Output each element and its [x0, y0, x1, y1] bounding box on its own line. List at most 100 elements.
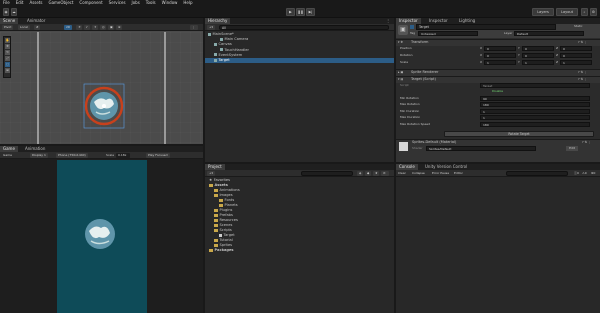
hierarchy-search-input[interactable]: All — [219, 25, 389, 30]
game-view-dropdown[interactable]: Game — [1, 153, 14, 158]
script-field-input[interactable]: 90 — [480, 96, 590, 101]
script-field-input[interactable]: 180 — [480, 121, 590, 127]
script-header[interactable]: ▾ ▤ Target (Script) ? ⇅ ⋮ — [396, 76, 600, 83]
resolution-dropdown[interactable]: Phone (750x1440) — [56, 153, 88, 158]
gameobject-icon — [214, 53, 217, 57]
hierarchy-item[interactable]: Target — [205, 58, 394, 64]
grid-icon[interactable]: # — [34, 25, 40, 30]
transform-z-field[interactable]: 0 — [560, 53, 592, 58]
filter-type-icon[interactable]: ◈ — [357, 171, 363, 176]
create-icon[interactable]: +▾ — [207, 171, 215, 176]
transform-x-field[interactable]: 0 — [484, 46, 516, 51]
transform-z-field[interactable]: 0 — [560, 46, 592, 51]
pause-button[interactable]: ❚❚ — [296, 8, 305, 16]
component-menu-icon[interactable]: ? ⇅ ⋮ — [578, 70, 587, 75]
play-focused-dropdown[interactable]: Play Focused — [146, 153, 170, 158]
transform-header[interactable]: ▾ ✥ Transform ? ⇅ ⋮ — [396, 39, 600, 46]
transform-z-field[interactable]: 1 — [560, 60, 592, 65]
error-pause-button[interactable]: Error Pause — [430, 171, 451, 176]
star-icon: ★ — [209, 178, 213, 182]
active-checkbox[interactable] — [410, 25, 414, 29]
warning-count-icon[interactable]: ⚠0 — [580, 171, 589, 176]
local-dropdown[interactable]: Local — [18, 25, 30, 30]
transform-tool-icon[interactable]: ⊞ — [5, 68, 10, 73]
project-item[interactable]: Packages — [207, 248, 234, 253]
scale-slider[interactable]: 0.18x — [116, 153, 130, 158]
transform-row-label: Rotation — [400, 53, 413, 57]
rotate-target-button[interactable]: Rotate Target — [444, 131, 594, 137]
move-tool-icon[interactable]: ✥ — [5, 44, 10, 49]
material-preview — [399, 142, 408, 151]
folder-icon — [209, 248, 213, 252]
script-field-label: Min Rotation — [400, 96, 419, 100]
console-panel: Console Unity Version Control Clear Coll… — [396, 164, 600, 313]
project-panel: Project +▾ ◈ ◆ ★ ⊘ ★ Favorites Assets Anima… — [205, 164, 394, 313]
game-screen[interactable] — [57, 160, 147, 313]
component-menu-icon[interactable]: ? ⇅ ⋮ — [578, 77, 587, 82]
play-button[interactable]: ▶ — [286, 8, 295, 16]
scene-viewport[interactable] — [0, 32, 203, 144]
project-item-label: Sprites — [219, 243, 233, 247]
favorite-icon[interactable]: ★ — [373, 171, 379, 176]
shader-dropdown[interactable]: Sprites/Default — [426, 146, 536, 151]
console-search-input[interactable] — [506, 171, 568, 176]
scene-menu-icon[interactable]: ⋮ — [190, 25, 198, 30]
script-field-label: Max Rotation Speed — [400, 121, 431, 126]
layer-dropdown[interactable]: Default — [514, 31, 584, 36]
effects-icon[interactable]: ✦ — [92, 25, 98, 30]
component-menu-icon[interactable]: ? ⇅ ⋮ — [578, 40, 587, 45]
audio-icon[interactable]: ♪ — [84, 25, 90, 30]
hierarchy-panel: Hierarchy ⋮ +▾ All MainScene* Main Camera… — [205, 18, 394, 162]
layers-dropdown[interactable]: Layers — [532, 8, 554, 16]
folder-icon — [214, 193, 218, 197]
hand-tool-icon[interactable]: ✋ — [5, 38, 10, 43]
transform-x-field[interactable]: 0 — [484, 53, 516, 58]
transform-y-field[interactable]: 0 — [522, 53, 554, 58]
tag-label: Tag — [410, 31, 416, 35]
visibility-icon[interactable]: ◎ — [100, 25, 106, 30]
edit-shader-button[interactable]: Edit — [566, 146, 578, 151]
material-section: Sprites-Default (Material) Shader Sprite… — [396, 139, 600, 162]
filter-label-icon[interactable]: ◆ — [365, 171, 371, 176]
display-dropdown[interactable]: Display 1 — [30, 153, 48, 158]
folder-icon — [214, 223, 218, 227]
layout-dropdown[interactable]: Layout — [556, 8, 578, 16]
script-field-input[interactable]: 180 — [480, 102, 590, 108]
script-icon: ▾ ▤ — [398, 77, 404, 81]
rotate-tool-icon[interactable]: ↻ — [5, 50, 10, 55]
object-name-input[interactable]: Target — [416, 24, 556, 30]
camera-icon[interactable]: ▣ — [108, 25, 114, 30]
cloud-icon[interactable]: ☁ — [11, 8, 17, 16]
hierarchy-item-label: MainScene* — [212, 32, 234, 36]
add-icon[interactable]: +▾ — [207, 25, 215, 30]
gameobject-icon — [220, 37, 223, 41]
axis-label: Y — [518, 46, 520, 50]
transform-x-field[interactable]: 1 — [484, 60, 516, 65]
rect-tool-icon[interactable]: ▢ — [5, 62, 10, 67]
transform-y-field[interactable]: 0 — [522, 46, 554, 51]
folder-icon — [214, 243, 218, 247]
tag-dropdown[interactable]: Untagged — [418, 31, 478, 36]
material-menu-icon[interactable]: ? ⇅ ⋮ — [582, 140, 591, 145]
2d-toggle[interactable]: 2D — [64, 25, 73, 30]
settings-icon[interactable]: ⚙ — [590, 8, 597, 16]
collapse-button[interactable]: Collapse — [410, 171, 427, 176]
project-search-input[interactable] — [301, 171, 353, 176]
script-field-input[interactable]: 1 — [480, 115, 590, 121]
step-button[interactable]: ▶| — [306, 8, 315, 16]
light-icon[interactable]: ☀ — [76, 25, 82, 30]
search-icon[interactable]: ⌕ — [581, 8, 588, 16]
script-field-input[interactable]: 1 — [480, 108, 590, 114]
clear-button[interactable]: Clear — [396, 171, 408, 176]
editor-dropdown[interactable]: Editor — [452, 171, 465, 176]
error-count-icon[interactable]: ⊗0 — [589, 171, 597, 176]
scale-tool-icon[interactable]: ⤢ — [5, 56, 10, 61]
transform-y-field[interactable]: 1 — [522, 60, 554, 65]
sprite-renderer-header[interactable]: ▸ ▣ Sprite Renderer ? ⇅ ⋮ — [396, 69, 600, 76]
gameobject-icon — [214, 42, 217, 46]
gizmos-icon[interactable]: ⊕ — [116, 25, 122, 30]
hidden-icon[interactable]: ⊘ — [381, 171, 389, 176]
account-icon[interactable]: ◉ — [3, 8, 9, 16]
pivot-dropdown[interactable]: Pivot — [2, 25, 14, 30]
static-label[interactable]: Static — [574, 24, 583, 29]
